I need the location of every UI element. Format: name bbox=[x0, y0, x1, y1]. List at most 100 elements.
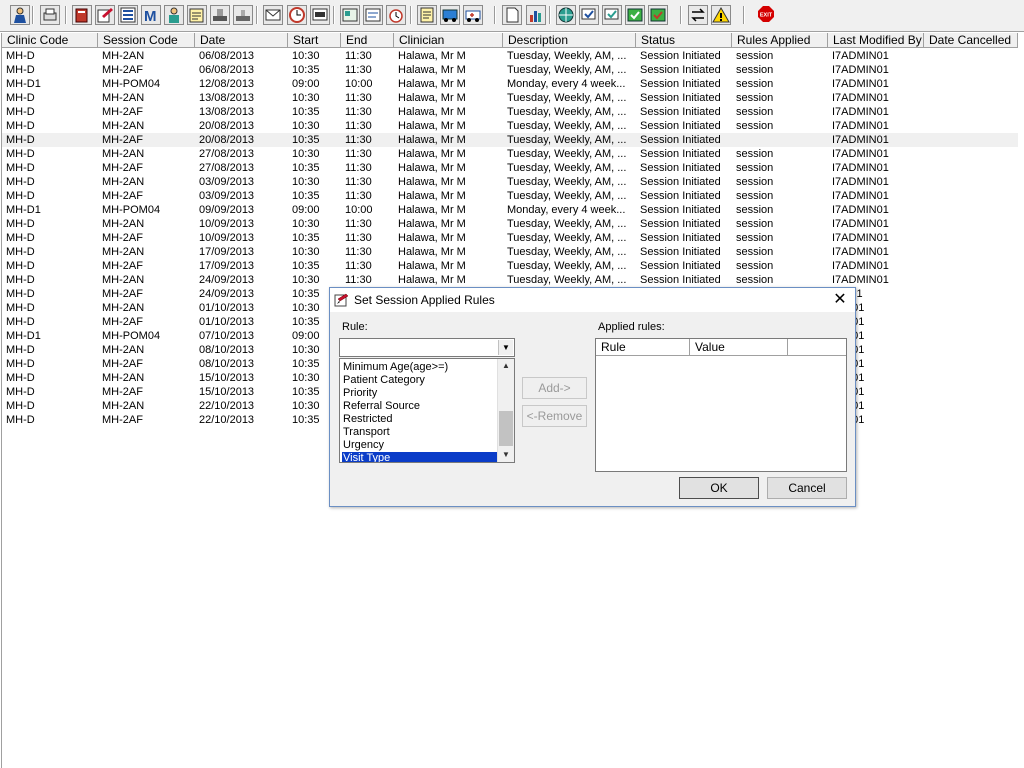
table-row[interactable]: MH-D MH-2AF 10/09/2013 10:35 11:30 Halawa, Mr… bbox=[2, 231, 1018, 245]
book-icon[interactable] bbox=[72, 5, 92, 25]
form-icon[interactable] bbox=[363, 5, 383, 25]
person-icon[interactable] bbox=[10, 5, 30, 25]
cell-session-code: MH-2AN bbox=[102, 50, 145, 62]
exit-icon[interactable]: EXIT bbox=[757, 5, 777, 25]
cell-rules-applied: session bbox=[736, 232, 774, 244]
rule-combobox[interactable]: ▼ bbox=[339, 338, 515, 357]
cancel-button[interactable]: Cancel bbox=[767, 477, 847, 499]
note-icon[interactable] bbox=[417, 5, 437, 25]
table-row[interactable]: MH-D MH-2AN 27/08/2013 10:30 11:30 Halawa, Mr… bbox=[2, 147, 1018, 161]
cell-date-cancelled bbox=[924, 413, 1018, 427]
rule-option[interactable]: Visit Type bbox=[342, 452, 499, 462]
list-icon[interactable] bbox=[118, 5, 138, 25]
table-row[interactable]: MH-D MH-2AN 03/09/2013 10:30 11:30 Halawa, Mr… bbox=[2, 175, 1018, 189]
printer-icon[interactable] bbox=[40, 5, 60, 25]
green-check-flag-icon[interactable] bbox=[648, 5, 668, 25]
table-row[interactable]: MH-D MH-2AN 06/08/2013 10:30 11:30 Halawa, Mr… bbox=[2, 49, 1018, 63]
m-icon[interactable]: M bbox=[141, 5, 161, 25]
table-row[interactable]: MH-D1 MH-POM04 12/08/2013 09:00 10:00 Halawa,… bbox=[2, 77, 1018, 91]
table-row[interactable]: MH-D MH-2AN 24/09/2013 10:30 11:30 Halawa, Mr… bbox=[2, 273, 1018, 287]
column-header-start[interactable]: Start bbox=[288, 33, 341, 48]
rule-option[interactable]: Urgency bbox=[342, 439, 499, 452]
cell-date: 24/09/2013 bbox=[199, 288, 255, 300]
warning-icon[interactable] bbox=[711, 5, 731, 25]
column-header-last-modified-by[interactable]: Last Modified By bbox=[828, 33, 924, 48]
table-row[interactable]: MH-D MH-2AN 10/09/2013 10:30 11:30 Halawa, Mr… bbox=[2, 217, 1018, 231]
ambulance-icon[interactable] bbox=[463, 5, 483, 25]
cell-end: 11:30 bbox=[345, 190, 372, 202]
cell-date: 13/08/2013 bbox=[199, 92, 255, 104]
column-header-rules-applied[interactable]: Rules Applied bbox=[732, 33, 828, 48]
globe-icon[interactable] bbox=[556, 5, 576, 25]
table-row[interactable]: MH-D MH-2AF 13/08/2013 10:35 11:30 Halawa, Mr… bbox=[2, 105, 1018, 119]
chart-icon[interactable] bbox=[526, 5, 546, 25]
rule-option[interactable]: Patient Category bbox=[342, 374, 499, 387]
card-icon[interactable] bbox=[340, 5, 360, 25]
column-header-clinic-code[interactable]: Clinic Code bbox=[2, 33, 98, 48]
column-header-date-cancelled[interactable]: Date Cancelled bbox=[924, 33, 1018, 48]
close-icon[interactable]: ✕ bbox=[831, 291, 849, 309]
table-row[interactable]: MH-D MH-2AF 06/08/2013 10:35 11:30 Halawa, Mr… bbox=[2, 63, 1018, 77]
remove-button[interactable]: <-Remove bbox=[522, 405, 587, 427]
stamp-icon[interactable] bbox=[210, 5, 230, 25]
table-row[interactable]: MH-D MH-2AF 17/09/2013 10:35 11:30 Halawa, Mr… bbox=[2, 259, 1018, 273]
table-row[interactable]: MH-D MH-2AF 03/09/2013 10:35 11:30 Halawa, Mr… bbox=[2, 189, 1018, 203]
scroll-up-icon[interactable]: ▲ bbox=[498, 359, 514, 373]
flag-icon[interactable] bbox=[579, 5, 599, 25]
rule-option[interactable]: Priority bbox=[342, 387, 499, 400]
table-row[interactable]: MH-D MH-2AN 17/09/2013 10:30 11:30 Halawa, Mr… bbox=[2, 245, 1018, 259]
swap-icon[interactable] bbox=[688, 5, 708, 25]
green-flag-icon[interactable] bbox=[625, 5, 645, 25]
column-header-end[interactable]: End bbox=[341, 33, 394, 48]
table-row[interactable]: MH-D MH-2AN 20/08/2013 10:30 11:30 Halawa, Mr… bbox=[2, 119, 1018, 133]
edit-icon[interactable] bbox=[95, 5, 115, 25]
table-row[interactable]: MH-D MH-2AF 27/08/2013 10:35 11:30 Halawa, Mr… bbox=[2, 161, 1018, 175]
bus-icon[interactable] bbox=[440, 5, 460, 25]
scroll-thumb[interactable] bbox=[499, 411, 513, 446]
column-header-session-code[interactable]: Session Code bbox=[98, 33, 195, 48]
rule-option[interactable]: Minimum Age(age>=) bbox=[342, 361, 499, 374]
cell-start: 10:30 bbox=[292, 148, 320, 160]
cell-date-cancelled bbox=[924, 301, 1018, 315]
listbox-scrollbar[interactable]: ▲ ▼ bbox=[497, 359, 514, 462]
clock-icon[interactable] bbox=[287, 5, 307, 25]
toolbar-separator bbox=[32, 6, 34, 24]
column-header-description[interactable]: Description bbox=[503, 33, 636, 48]
notes-icon[interactable] bbox=[187, 5, 207, 25]
table-row[interactable]: MH-D MH-2AF 20/08/2013 10:35 11:30 Halawa, Mr… bbox=[2, 133, 1018, 147]
table-row[interactable]: MH-D MH-2AN 13/08/2013 10:30 11:30 Halawa, Mr… bbox=[2, 91, 1018, 105]
applied-rules-list[interactable]: Rule Value bbox=[595, 338, 847, 472]
chevron-down-icon[interactable]: ▼ bbox=[498, 340, 513, 355]
rule-option[interactable]: Restricted bbox=[342, 413, 499, 426]
check-flag-icon[interactable] bbox=[602, 5, 622, 25]
column-header-date[interactable]: Date bbox=[195, 33, 288, 48]
stamp-alt-icon[interactable] bbox=[233, 5, 253, 25]
applied-col-extra[interactable] bbox=[788, 339, 846, 356]
cell-description: Tuesday, Weekly, AM, ... bbox=[507, 92, 627, 104]
cell-rules-applied: session bbox=[736, 274, 774, 286]
cell-end: 11:30 bbox=[345, 134, 372, 146]
column-header-status[interactable]: Status bbox=[636, 33, 732, 48]
cell-date-cancelled bbox=[924, 91, 1018, 105]
rule-option[interactable]: Referral Source bbox=[342, 400, 499, 413]
cell-clinic-code: MH-D bbox=[6, 246, 35, 258]
ok-button[interactable]: OK bbox=[679, 477, 759, 499]
column-header-clinician[interactable]: Clinician bbox=[394, 33, 503, 48]
cell-rules-applied: session bbox=[736, 92, 774, 104]
doctor-icon[interactable] bbox=[164, 5, 184, 25]
toolbar-separator bbox=[680, 6, 682, 24]
cell-session-code: MH-2AF bbox=[102, 316, 143, 328]
add-button[interactable]: Add-> bbox=[522, 377, 587, 399]
mail-icon[interactable] bbox=[263, 5, 283, 25]
applied-col-value[interactable]: Value bbox=[690, 339, 788, 356]
table-row[interactable]: MH-D1 MH-POM04 09/09/2013 09:00 10:00 Halawa,… bbox=[2, 203, 1018, 217]
applied-col-rule[interactable]: Rule bbox=[596, 339, 690, 356]
rule-listbox[interactable]: Visit Type Urgency Transport Restricted Refe… bbox=[339, 358, 515, 463]
dialog-title-bar[interactable]: Set Session Applied Rules ✕ bbox=[330, 288, 855, 312]
display-icon[interactable] bbox=[310, 5, 330, 25]
cell-clinic-code: MH-D bbox=[6, 232, 35, 244]
scroll-down-icon[interactable]: ▼ bbox=[498, 448, 514, 462]
document-icon[interactable] bbox=[502, 5, 522, 25]
rule-option[interactable]: Transport bbox=[342, 426, 499, 439]
timer-icon[interactable] bbox=[386, 5, 406, 25]
